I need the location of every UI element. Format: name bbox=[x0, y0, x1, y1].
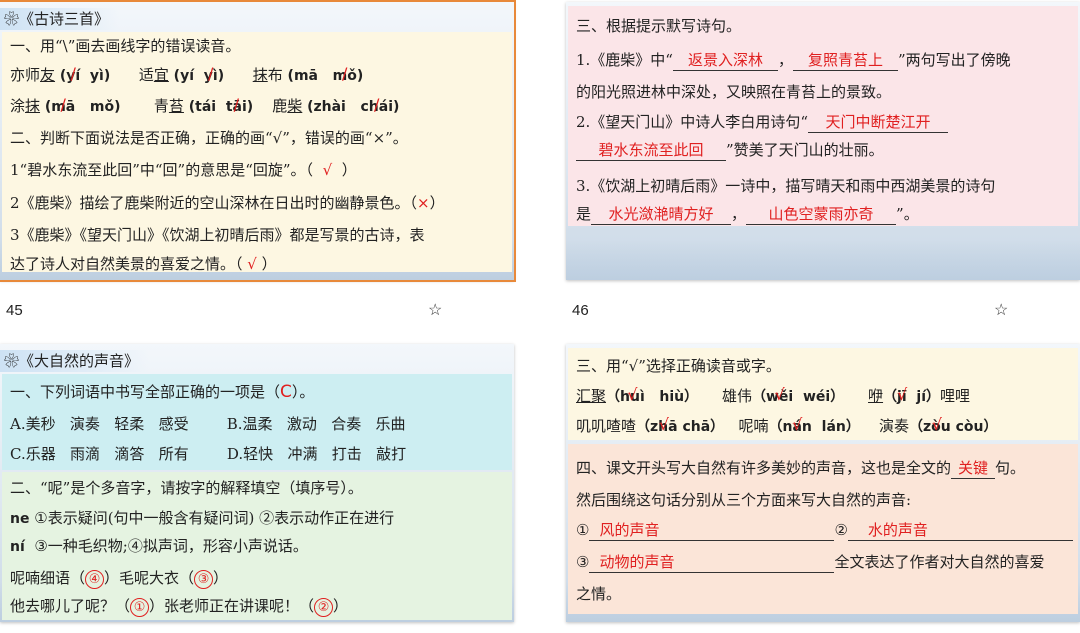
question-4-line-1: 四、课文开头写大自然有许多美妙的声音，这也是全文的 关键 句。 bbox=[576, 459, 1026, 479]
question-box-2: 二、“呢”是个多音字，请按字的解释填空（填序号）。 ne ①表示疑问(句中一般含… bbox=[2, 472, 512, 620]
question-4-line-2: 然后围绕这句话分别从三个方面来写大自然的声音: bbox=[576, 491, 912, 509]
question-box: 一、下列词语中书写全部正确的一项是（C）。 A.美秒 演奏 轻柔 感受 B.温柔… bbox=[2, 374, 512, 470]
star-icon[interactable]: ☆ bbox=[994, 300, 1008, 319]
question-box: 三、用“√”选择正确读音或字。 汇聚（huì √ hiù） 雄伟（wěi √ wéi… bbox=[568, 348, 1078, 440]
slide-title: ❀《古诗三首》 bbox=[0, 8, 120, 30]
answer-row-2: ③ 动物的声音 全文表达了作者对大自然的喜爱 bbox=[576, 553, 1045, 573]
definition-ne: ne ①表示疑问(句中一般含有疑问词) ②表示动作正在进行 bbox=[10, 509, 395, 527]
answer-row-1: ① 风的声音 ② 水的声音 bbox=[576, 520, 1073, 541]
question-1: 一、用“\”画去画线字的错误读音。 bbox=[10, 37, 241, 55]
question-2: 二、判断下面说法是否正确，正确的画“√”，错误的画“×”。 bbox=[10, 129, 408, 147]
poem-line-5: 3.《饮湖上初晴后雨》一诗中，描写晴天和雨中西湖美景的诗句 bbox=[576, 177, 996, 195]
option-row-ab: A.美秒 演奏 轻柔 感受 B.温柔 激动 合奏 乐曲 bbox=[10, 415, 406, 433]
judge-item-3a: 3《鹿柴》《望天门山》《饮湖上初晴后雨》都是写景的古诗，表 bbox=[10, 226, 425, 244]
fill-sentence-2: 他去哪儿了呢？（ ① ）张老师正在讲课呢！（ ②） bbox=[10, 597, 349, 617]
judge-item-3b: 达了诗人对自然美景的喜爱之情。（ √ ） bbox=[10, 255, 277, 273]
fill-sentence-1: 呢喃细语（ ④ ）毛呢大衣（ ③） bbox=[10, 569, 229, 589]
slide-background-deco bbox=[566, 240, 1080, 280]
slide-thumbnail-46[interactable]: 三、根据提示默写诗句。 1.《鹿柴》中“ 返景入深林，复照青苔上 ”两句写出了傍晚 … bbox=[566, 2, 1080, 280]
judge-item-2: 2《鹿柴》描绘了鹿柴附近的空山深林在日出时的幽静景色。（×） bbox=[10, 194, 445, 212]
question-4-line-5: 之情。 bbox=[576, 585, 622, 603]
star-icon[interactable]: ☆ bbox=[428, 300, 442, 319]
slide-number: 46 bbox=[572, 302, 589, 319]
slide-thumbnail-47[interactable]: ❀《大自然的声音》 一、下列词语中书写全部正确的一项是（C）。 A.美秒 演奏 … bbox=[0, 344, 514, 622]
poem-line-4: 碧水东流至此回 ”赞美了天门山的壮丽。 bbox=[576, 140, 884, 161]
choice-row-1: 汇聚（huì √ hiù） 雄伟（wěi √ wéi） 咿（jī √ jí）哩哩 bbox=[576, 385, 971, 405]
slide-thumbnail-45[interactable]: ❀《古诗三首》 一、用“\”画去画线字的错误读音。 亦师友 (yí / yì) 适… bbox=[0, 0, 516, 282]
poem-line-2: 的阳光照进林中深处，又映照在青苔上的景致。 bbox=[576, 83, 892, 101]
question-box: 三、根据提示默写诗句。 1.《鹿柴》中“ 返景入深林，复照青苔上 ”两句写出了傍晚 … bbox=[568, 6, 1078, 226]
choice-row-2: 叽叽喳喳（zhā √ chā） 呢喃（nán √ lán） 演奏（zòu √ còu） bbox=[576, 415, 998, 435]
judge-item-1: 1“碧水东流至此回”中“回”的意思是“回旋”。（ √ ） bbox=[10, 161, 357, 179]
question-2: 二、“呢”是个多音字，请按字的解释填空（填序号）。 bbox=[10, 479, 363, 497]
poem-line-3: 2.《望天门山》中诗人李白用诗句“ 天门中断楚江开 bbox=[576, 112, 948, 133]
poem-line-1: 1.《鹿柴》中“ 返景入深林，复照青苔上 ”两句写出了傍晚 bbox=[576, 51, 1011, 71]
option-row-cd: C.乐器 雨滴 滴答 所有 D.轻快 冲满 打击 敲打 bbox=[10, 445, 407, 463]
question-3: 三、根据提示默写诗句。 bbox=[576, 17, 742, 35]
poem-line-6: 是水光潋滟晴方好，山色空蒙雨亦奇”。 bbox=[576, 205, 919, 225]
slide-number: 45 bbox=[6, 302, 23, 319]
definition-ni: ní ③一种毛织物;④拟声词，形容小声说话。 bbox=[10, 537, 308, 555]
question-3: 三、用“√”选择正确读音或字。 bbox=[576, 357, 781, 375]
slide-title: ❀《大自然的声音》 bbox=[0, 350, 150, 372]
slide-thumbnail-48[interactable]: 三、用“√”选择正确读音或字。 汇聚（huì √ hiù） 雄伟（wěi √ wéi… bbox=[566, 344, 1080, 622]
question-box: 一、用“\”画去画线字的错误读音。 亦师友 (yí / yì) 适宜 (yí yì… bbox=[2, 32, 512, 273]
question-1: 一、下列词语中书写全部正确的一项是（C）。 bbox=[10, 382, 315, 402]
question-box-2: 四、课文开头写大自然有许多美妙的声音，这也是全文的 关键 句。 然后围绕这句话分别从… bbox=[568, 444, 1078, 614]
pinyin-row-1: 亦师友 (yí / yì) 适宜 (yí yì /) 抹布 (mā mǒ /) bbox=[10, 64, 364, 84]
pinyin-row-2: 涂抹 (mā / mǒ) 青苔 (tái tāi /) 鹿柴 (zhài chái /… bbox=[10, 95, 400, 115]
